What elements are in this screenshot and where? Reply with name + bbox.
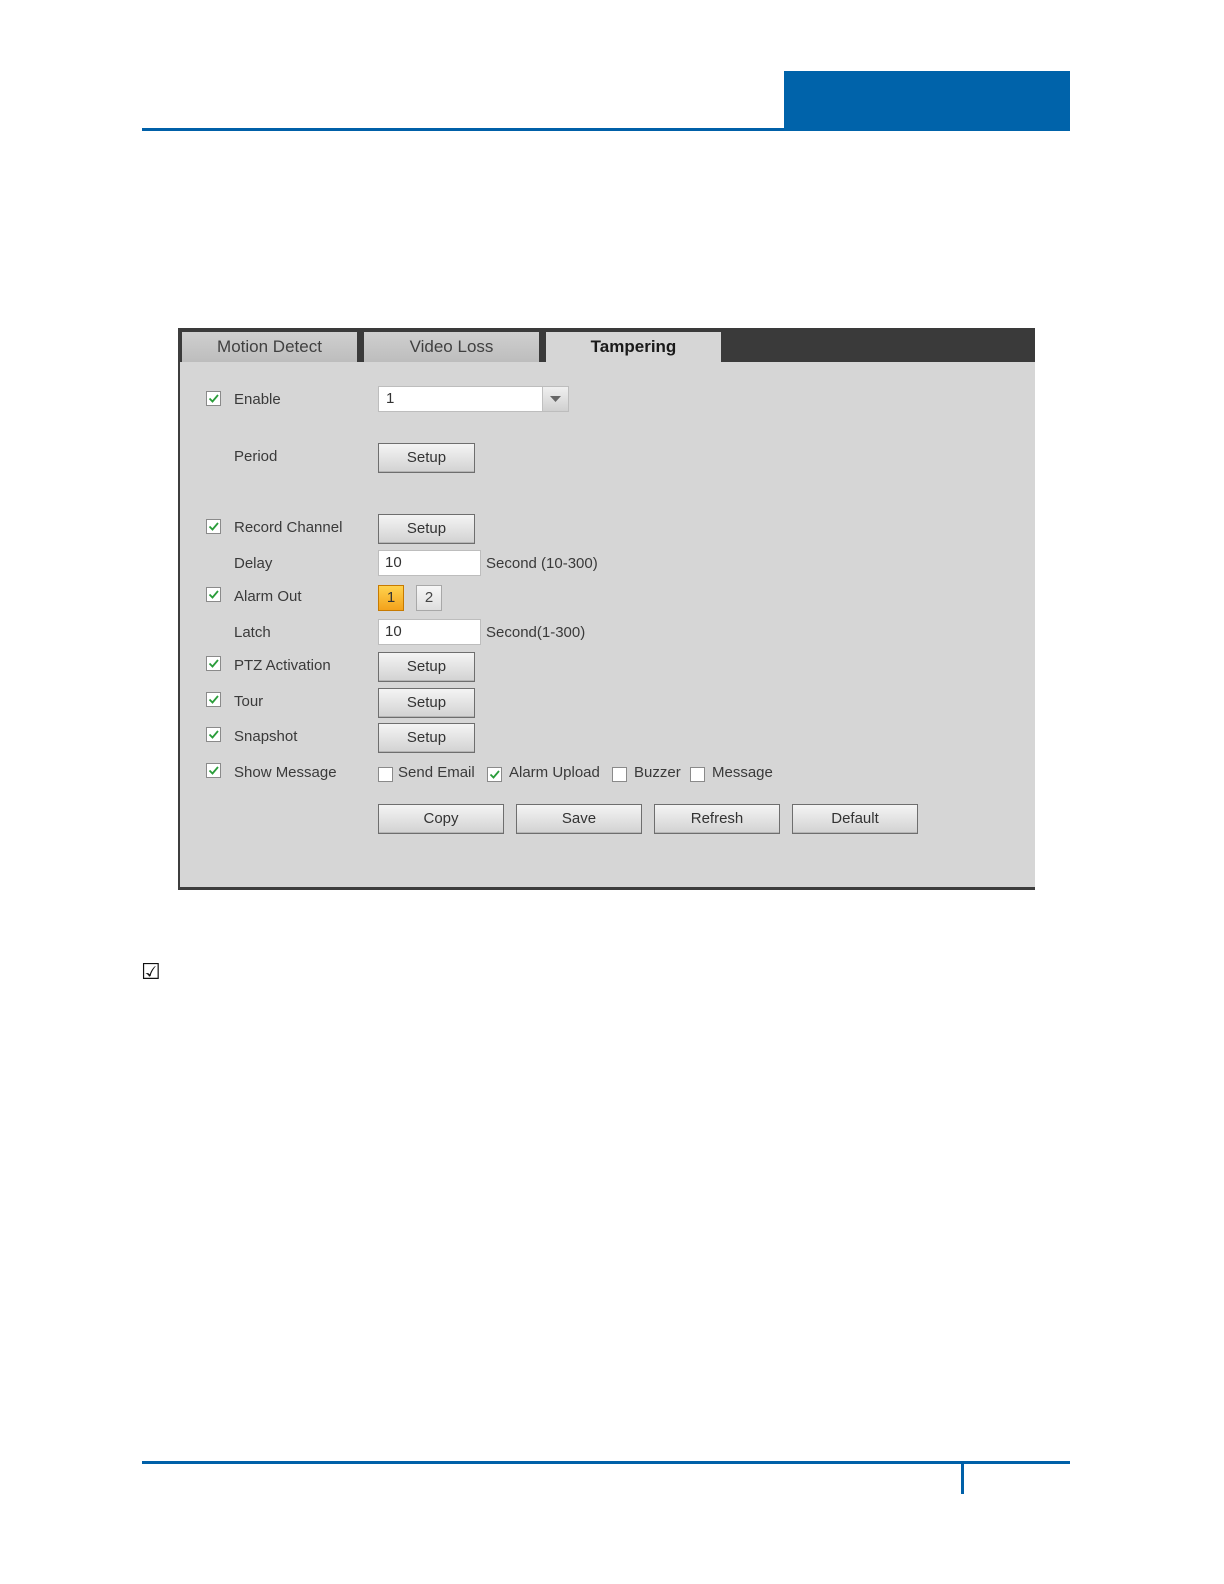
copy-button[interactable]: Copy [378,804,504,834]
buzzer-label: Buzzer [634,764,681,781]
latch-input[interactable]: 10 [378,619,481,645]
check-icon [208,394,219,403]
note-checkbox-icon: ☑ [141,959,161,984]
latch-label: Latch [234,624,271,641]
tour-setup-button[interactable]: Setup [378,688,475,718]
default-button[interactable]: Default [792,804,918,834]
enable-checkbox[interactable] [206,391,221,406]
alarm-out-label: Alarm Out [234,588,302,605]
alarm-upload-checkbox[interactable] [487,767,502,782]
latch-unit: Second(1-300) [486,624,586,641]
check-icon [208,730,219,739]
refresh-button[interactable]: Refresh [654,804,780,834]
chevron-down-icon [550,396,561,402]
check-icon [208,695,219,704]
message-checkbox[interactable] [690,767,705,782]
show-message-label: Show Message [234,764,337,781]
footer-divider [961,1464,964,1494]
alarm-out-channel-1[interactable]: 1 [378,585,404,611]
tab-motion-detect[interactable]: Motion Detect [182,332,357,362]
tab-bar: Motion Detect Video Loss Tampering [180,328,1035,364]
alarm-out-checkbox[interactable] [206,587,221,602]
tab-tampering[interactable]: Tampering [546,332,721,364]
tour-checkbox[interactable] [206,692,221,707]
tour-label: Tour [234,693,264,710]
alarm-upload-label: Alarm Upload [509,764,600,781]
period-label: Period [234,448,278,465]
dropdown-arrow[interactable] [542,387,568,411]
check-icon [489,770,500,779]
tab-video-loss[interactable]: Video Loss [364,332,539,362]
check-icon [208,659,219,668]
save-button[interactable]: Save [516,804,642,834]
footer-rule [142,1461,1070,1464]
alarm-out-channel-2[interactable]: 2 [416,585,442,611]
delay-unit: Second (10-300) [486,555,598,572]
ptz-activation-checkbox[interactable] [206,656,221,671]
delay-input[interactable]: 10 [378,550,481,576]
check-icon [208,522,219,531]
check-icon [208,590,219,599]
send-email-label: Send Email [398,764,475,781]
message-label: Message [712,764,773,781]
channel-select[interactable]: 1 [378,386,569,412]
check-icon [208,766,219,775]
snapshot-setup-button[interactable]: Setup [378,723,475,753]
enable-label: Enable [234,391,281,408]
record-channel-setup-button[interactable]: Setup [378,514,475,544]
show-message-checkbox[interactable] [206,763,221,778]
delay-label: Delay [234,555,273,572]
channel-select-value: 1 [386,390,395,407]
record-channel-label: Record Channel [234,519,343,536]
snapshot-label: Snapshot [234,728,298,745]
snapshot-checkbox[interactable] [206,727,221,742]
tampering-settings-panel: Motion Detect Video Loss Tampering Enabl… [178,328,1035,890]
ptz-activation-label: PTZ Activation [234,657,331,674]
ptz-activation-setup-button[interactable]: Setup [378,652,475,682]
period-setup-button[interactable]: Setup [378,443,475,473]
send-email-checkbox[interactable] [378,767,393,782]
header-brand-block [784,71,1070,131]
header-rule [142,128,784,131]
record-channel-checkbox[interactable] [206,519,221,534]
buzzer-checkbox[interactable] [612,767,627,782]
